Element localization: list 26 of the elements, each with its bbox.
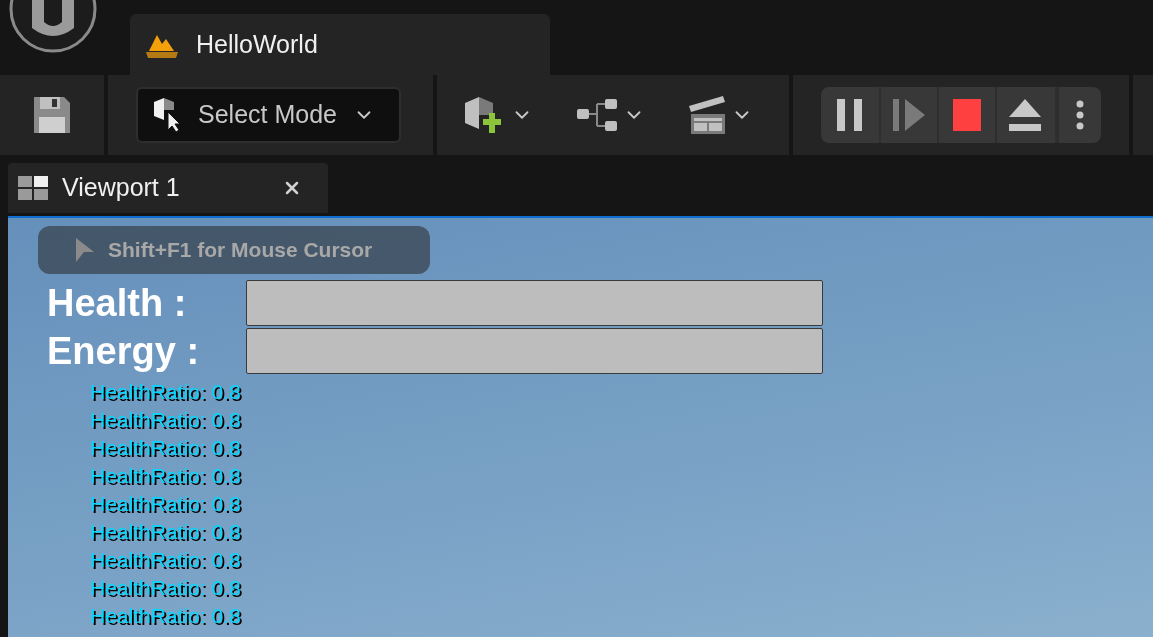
debug-message: HealthRatio: 0.8 (90, 547, 241, 573)
stat-label: Energy : (47, 329, 201, 374)
debug-message: HealthRatio: 0.8 (90, 407, 241, 433)
pause-icon (837, 99, 863, 131)
debug-message: HealthRatio: 0.8 (90, 379, 241, 405)
debug-message: HealthRatio: 0.8 (90, 603, 241, 629)
mouse-cursor-hint: Shift+F1 for Mouse Cursor (38, 226, 430, 274)
stop-icon (953, 99, 981, 131)
more-icon (1076, 100, 1084, 130)
cursor-icon (76, 238, 94, 262)
viewport-layout-icon (18, 176, 48, 200)
debug-message: HealthRatio: 0.8 (90, 575, 241, 601)
debug-message: HealthRatio: 0.8 (90, 491, 241, 517)
save-icon[interactable] (34, 97, 70, 133)
select-cursor-icon (152, 98, 182, 132)
clapperboard-icon (689, 96, 727, 134)
debug-message: HealthRatio: 0.8 (90, 463, 241, 489)
viewport-tab[interactable]: Viewport 1 (8, 163, 328, 213)
frame-advance-icon (893, 99, 925, 131)
eject-icon (1009, 99, 1041, 131)
mode-dropdown[interactable]: Select Mode (136, 87, 401, 143)
stat-label: Health : (47, 281, 188, 326)
debug-message: HealthRatio: 0.8 (90, 519, 241, 545)
document-tab[interactable]: HelloWorld (130, 14, 550, 75)
node-tree-icon (577, 99, 619, 131)
debug-message: HealthRatio: 0.8 (90, 435, 241, 461)
